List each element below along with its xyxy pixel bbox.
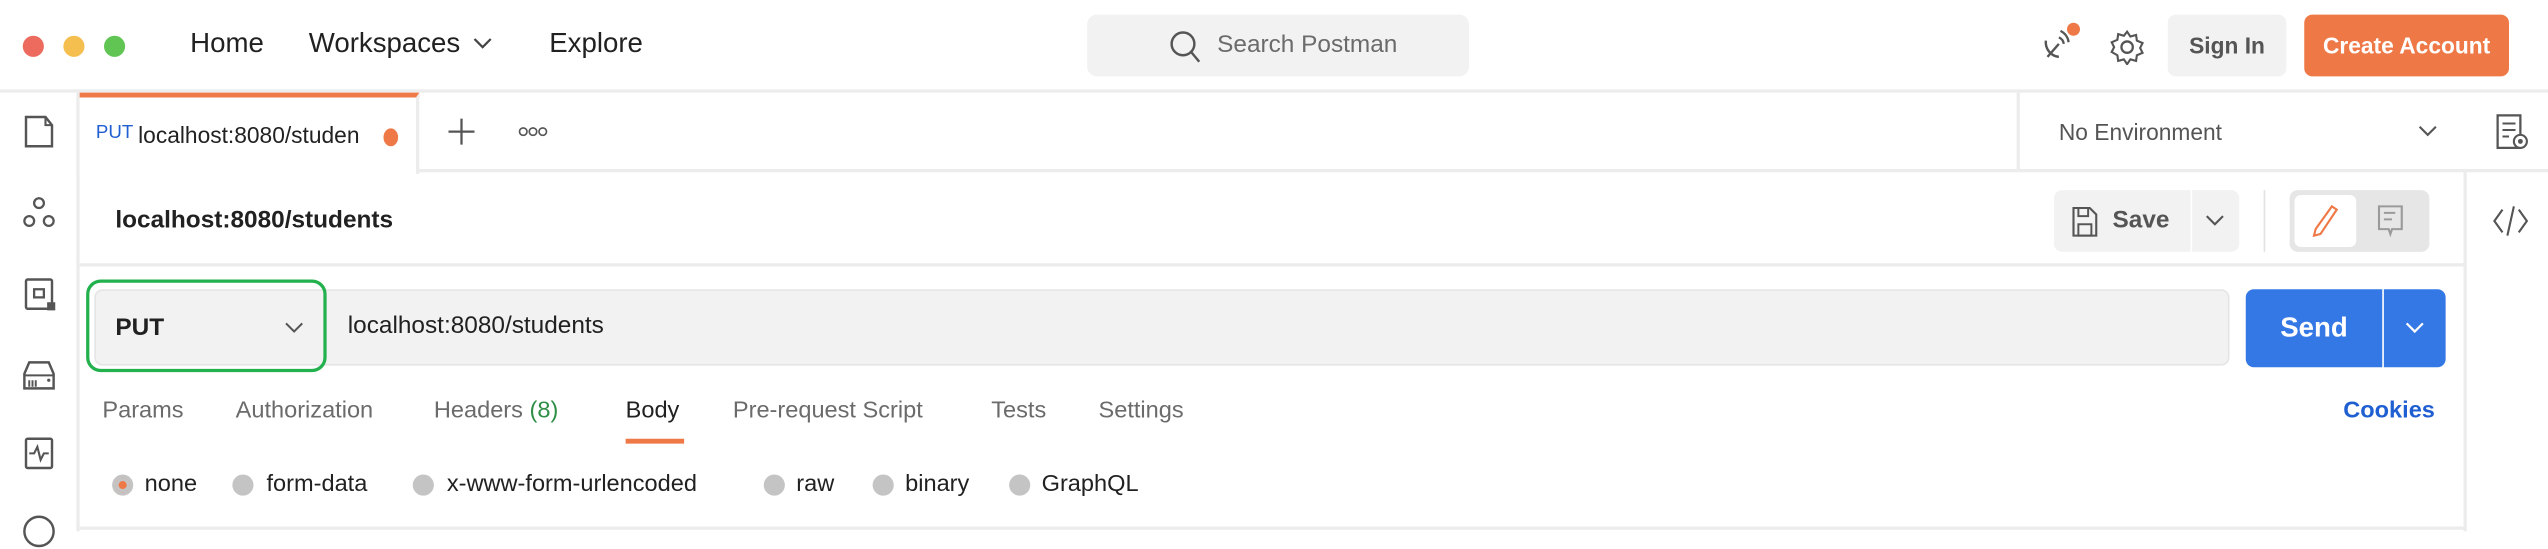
search-icon bbox=[1168, 29, 1201, 65]
divider bbox=[80, 263, 2464, 266]
tab-pre-request-script[interactable]: Pre-request Script bbox=[733, 398, 923, 424]
tab-body[interactable]: Body bbox=[626, 398, 680, 424]
divider bbox=[80, 527, 2464, 530]
divider bbox=[419, 169, 2548, 172]
radio-raw[interactable] bbox=[764, 475, 785, 496]
headers-count: (8) bbox=[529, 398, 558, 424]
active-tab-indicator bbox=[626, 439, 685, 444]
mock-servers-icon[interactable] bbox=[21, 358, 57, 394]
tab-headers[interactable]: Headers (8) bbox=[434, 398, 558, 424]
radio-binary[interactable] bbox=[873, 475, 894, 496]
create-account-button[interactable]: Create Account bbox=[2304, 15, 2509, 77]
headers-label: Headers bbox=[434, 398, 523, 424]
radio-label-graphql: GraphQL bbox=[1042, 471, 1139, 497]
search-placeholder: Search Postman bbox=[1217, 31, 1397, 59]
tab-params[interactable]: Params bbox=[102, 398, 183, 424]
tab-method: PUT bbox=[96, 124, 133, 144]
radio-graphql[interactable] bbox=[1009, 475, 1030, 496]
monitors-icon[interactable] bbox=[21, 436, 57, 472]
history-icon[interactable] bbox=[21, 514, 57, 549]
chevron-down-icon bbox=[2205, 215, 2225, 228]
window-minimize-button[interactable] bbox=[63, 36, 84, 57]
method-label: PUT bbox=[115, 314, 164, 342]
tab-authorization[interactable]: Authorization bbox=[236, 398, 374, 424]
nav-workspaces-label: Workspaces bbox=[309, 28, 460, 61]
save-button[interactable]: Save bbox=[2054, 190, 2191, 252]
chevron-down-icon bbox=[473, 37, 493, 50]
cookies-link[interactable]: Cookies bbox=[2343, 398, 2435, 424]
window-close-button[interactable] bbox=[23, 36, 44, 57]
save-options-button[interactable] bbox=[2192, 190, 2239, 252]
right-sidebar-divider bbox=[2464, 171, 2467, 532]
search-input[interactable]: Search Postman bbox=[1087, 15, 1469, 77]
environment-label: No Environment bbox=[2059, 119, 2222, 145]
save-icon bbox=[2072, 206, 2098, 237]
chevron-down-icon bbox=[284, 322, 304, 335]
tab-settings[interactable]: Settings bbox=[1099, 398, 1184, 424]
save-label: Save bbox=[2113, 206, 2170, 234]
edit-mode-button[interactable] bbox=[2295, 195, 2357, 247]
sign-in-button[interactable]: Sign In bbox=[2168, 15, 2287, 77]
nav-workspaces[interactable]: Workspaces bbox=[309, 28, 493, 61]
unsaved-dot bbox=[384, 128, 399, 146]
chevron-down-icon bbox=[2405, 322, 2425, 335]
view-mode-toggle bbox=[2290, 190, 2430, 252]
tab-tests[interactable]: Tests bbox=[991, 398, 1046, 424]
comments-icon[interactable] bbox=[2377, 205, 2403, 238]
environment-quick-look-icon[interactable] bbox=[2494, 114, 2530, 153]
radio-label-raw: raw bbox=[796, 471, 834, 497]
tab-put-localhost[interactable]: PUT localhost:8080/studen bbox=[80, 93, 420, 174]
more-options-icon[interactable] bbox=[518, 125, 547, 138]
nav-explore[interactable]: Explore bbox=[549, 28, 643, 61]
radio-label-form-data: form-data bbox=[267, 471, 368, 497]
radio-label-binary: binary bbox=[905, 471, 969, 497]
radio-x-www-form-urlencoded[interactable] bbox=[413, 475, 434, 496]
window-zoom-button[interactable] bbox=[104, 36, 125, 57]
settings-gear-icon[interactable] bbox=[2109, 29, 2145, 65]
pencil-icon bbox=[2312, 205, 2338, 238]
send-options-button[interactable] bbox=[2384, 289, 2446, 367]
tab-title: localhost:8080/studen bbox=[138, 122, 359, 148]
environments-icon[interactable] bbox=[21, 276, 57, 312]
new-tab-plus-icon[interactable] bbox=[447, 117, 476, 146]
divider bbox=[2264, 190, 2266, 252]
request-name: localhost:8080/students bbox=[115, 206, 393, 234]
radio-none[interactable] bbox=[112, 475, 133, 496]
send-button[interactable]: Send bbox=[2246, 289, 2383, 367]
environment-select[interactable]: No Environment bbox=[2020, 93, 2465, 169]
apis-icon[interactable] bbox=[21, 195, 57, 231]
radio-label-x-www-form-urlencoded: x-www-form-urlencoded bbox=[447, 471, 697, 497]
radio-form-data[interactable] bbox=[232, 475, 253, 496]
nav-home[interactable]: Home bbox=[190, 28, 264, 61]
postman-window: Home Workspaces Explore Search Postman S… bbox=[0, 0, 2548, 531]
collections-icon[interactable] bbox=[21, 114, 57, 150]
code-snippet-icon[interactable] bbox=[2493, 205, 2529, 238]
radio-label-none: none bbox=[145, 471, 197, 497]
method-select[interactable]: PUT bbox=[94, 289, 322, 365]
satellite-icon[interactable] bbox=[2039, 21, 2081, 67]
url-input[interactable]: localhost:8080/students bbox=[348, 312, 604, 340]
chevron-down-icon bbox=[2418, 125, 2438, 138]
